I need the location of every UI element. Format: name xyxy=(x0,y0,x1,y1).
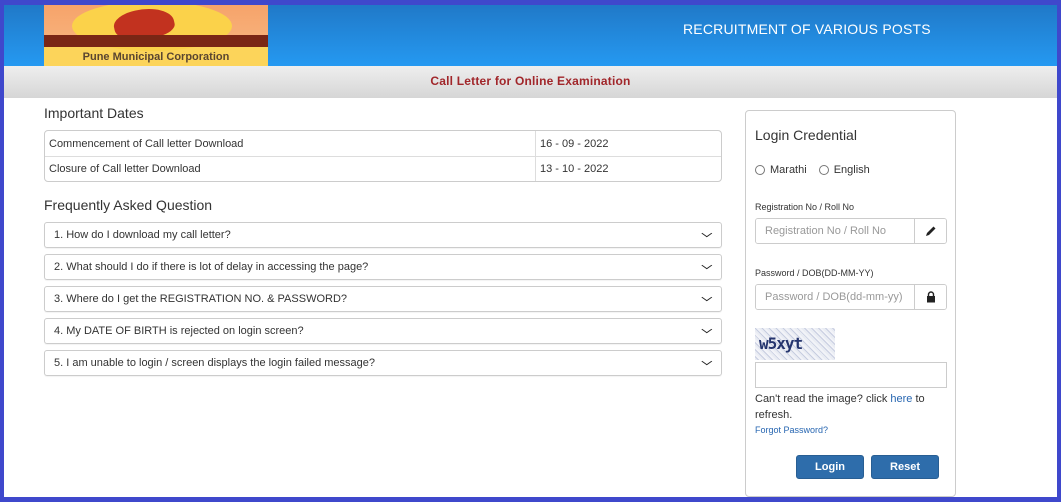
help-prefix: Can't read the image? click xyxy=(755,393,891,405)
faq-heading: Frequently Asked Question xyxy=(44,197,213,213)
table-row: Closure of Call letter Download 13 - 10 … xyxy=(45,156,721,181)
date-value: 16 - 09 - 2022 xyxy=(535,131,721,156)
password-input-group xyxy=(755,284,947,310)
captcha-image: w5xyt xyxy=(755,328,835,360)
registration-input[interactable] xyxy=(756,219,914,243)
date-value: 13 - 10 - 2022 xyxy=(535,156,721,181)
chevron-down-icon[interactable]: ⌵ xyxy=(702,351,713,375)
chevron-down-icon[interactable]: ⌵ xyxy=(702,223,713,247)
pmc-logo: Pune Municipal Corporation xyxy=(44,5,268,66)
captcha-input[interactable] xyxy=(755,362,947,388)
faq-question: 5. I am unable to login / screen display… xyxy=(54,357,376,369)
faq-list: 1. How do I download my call letter? ⌵ 2… xyxy=(44,222,722,376)
faq-question: 2. What should I do if there is lot of d… xyxy=(54,261,369,273)
radio-english[interactable]: English xyxy=(818,164,870,176)
subheader-bar: Call Letter for Online Examination xyxy=(4,66,1057,98)
subheader-title: Call Letter for Online Examination xyxy=(430,74,631,88)
registration-input-group xyxy=(755,218,947,244)
login-heading: Login Credential xyxy=(755,127,857,143)
page-title: RECRUITMENT OF VARIOUS POSTS xyxy=(683,21,931,37)
faq-item-3[interactable]: 3. Where do I get the REGISTRATION NO. &… xyxy=(44,286,722,312)
password-input[interactable] xyxy=(756,285,914,309)
radio-button[interactable] xyxy=(755,165,765,175)
radio-button[interactable] xyxy=(818,165,829,175)
radio-marathi[interactable]: Marathi xyxy=(755,164,807,176)
faq-item-2[interactable]: 2. What should I do if there is lot of d… xyxy=(44,254,722,280)
logo-fort-graphic xyxy=(44,35,268,47)
date-label: Commencement of Call letter Download xyxy=(49,137,244,150)
faq-item-1[interactable]: 1. How do I download my call letter? ⌵ xyxy=(44,222,722,248)
important-dates-table: Commencement of Call letter Download 16 … xyxy=(44,130,722,182)
forgot-password-link[interactable]: Forgot Password? xyxy=(755,425,946,435)
login-button[interactable]: Login xyxy=(796,455,864,479)
reset-button[interactable]: Reset xyxy=(871,455,939,479)
captcha-help-text: Can't read the image? click here to refr… xyxy=(755,391,946,423)
refresh-captcha-link[interactable]: here xyxy=(890,393,912,405)
form-buttons: Login Reset xyxy=(796,455,946,479)
chevron-down-icon[interactable]: ⌵ xyxy=(702,319,713,343)
faq-question: 3. Where do I get the REGISTRATION NO. &… xyxy=(54,293,348,305)
table-row: Commencement of Call letter Download 16 … xyxy=(45,131,721,156)
date-label: Closure of Call letter Download xyxy=(45,156,535,181)
faq-question: 4. My DATE OF BIRTH is rejected on login… xyxy=(54,325,304,337)
chevron-down-icon[interactable]: ⌵ xyxy=(702,255,713,279)
faq-item-4[interactable]: 4. My DATE OF BIRTH is rejected on login… xyxy=(44,318,722,344)
left-content: Important Dates Commencement of Call let… xyxy=(44,105,722,382)
faq-question: 1. How do I download my call letter? xyxy=(54,229,231,241)
logo-caption: Pune Municipal Corporation xyxy=(82,51,230,63)
pencil-icon xyxy=(914,219,946,243)
password-label: Password / DOB(DD-MM-YY) xyxy=(755,268,874,278)
registration-label: Registration No / Roll No xyxy=(755,202,855,212)
lock-icon xyxy=(914,285,946,309)
chevron-down-icon[interactable]: ⌵ xyxy=(702,287,713,311)
radio-label: English xyxy=(833,164,870,176)
faq-item-5[interactable]: 5. I am unable to login / screen display… xyxy=(44,350,722,376)
important-dates-heading: Important Dates xyxy=(44,105,144,121)
header-bar: Pune Municipal Corporation RECRUITMENT O… xyxy=(4,5,1057,66)
radio-label: Marathi xyxy=(770,164,807,176)
language-radio-group: Marathi English xyxy=(755,164,946,176)
login-panel: Login Credential Marathi English Registr… xyxy=(745,110,956,497)
